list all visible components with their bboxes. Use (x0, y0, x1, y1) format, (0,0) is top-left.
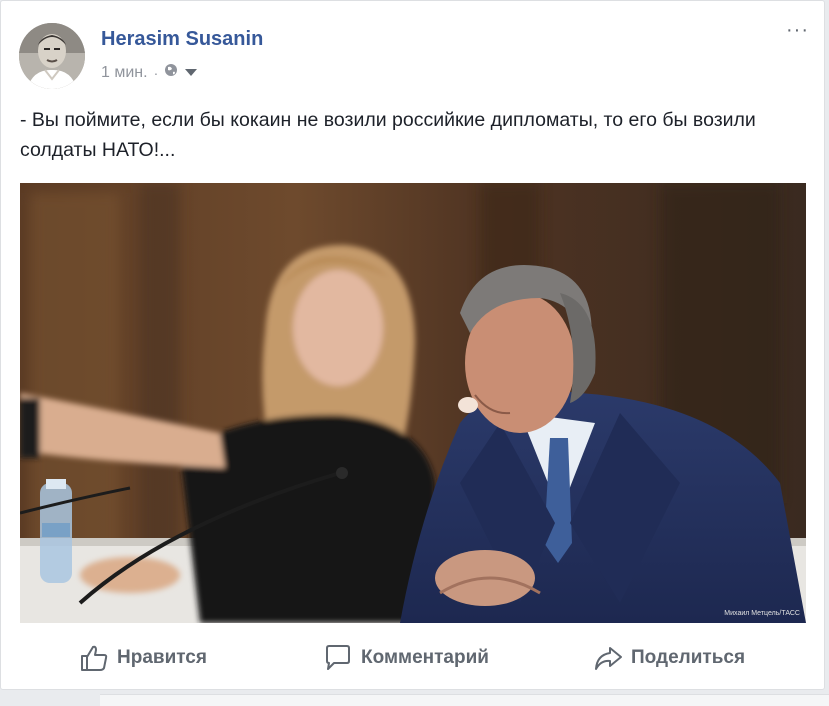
more-icon[interactable]: ··· (786, 20, 809, 40)
action-bar: Нравится Комментарий Поделиться (1, 635, 826, 683)
comment-label: Комментарий (361, 647, 489, 668)
meta-separator: · (153, 64, 159, 81)
avatar[interactable] (19, 23, 85, 89)
photo-caption: Михаил Метцель/ТАСС (724, 610, 800, 617)
share-button[interactable]: Поделиться (593, 641, 745, 675)
comment-button[interactable]: Комментарий (323, 641, 489, 675)
like-icon (79, 643, 109, 673)
like-button[interactable]: Нравится (79, 641, 207, 675)
post-card: Herasim Susanin 1 мин. · ··· - Вы поймит… (0, 0, 825, 690)
post-time[interactable]: 1 мин. (101, 64, 148, 82)
like-label: Нравится (117, 647, 207, 668)
globe-icon[interactable] (164, 63, 178, 82)
post-text: - Вы поймите, если бы кокаин не возили р… (20, 109, 756, 161)
post-photo[interactable]: Михаил Метцель/ТАСС (20, 183, 806, 623)
author-name[interactable]: Herasim Susanin (101, 28, 263, 51)
share-icon (593, 643, 623, 673)
chevron-down-icon[interactable] (184, 64, 198, 82)
post-meta: 1 мин. · (101, 63, 198, 82)
share-label: Поделиться (631, 647, 746, 668)
next-post-edge (0, 690, 829, 706)
comment-icon (323, 643, 353, 673)
post-header: Herasim Susanin 1 мин. · ··· (19, 20, 809, 91)
